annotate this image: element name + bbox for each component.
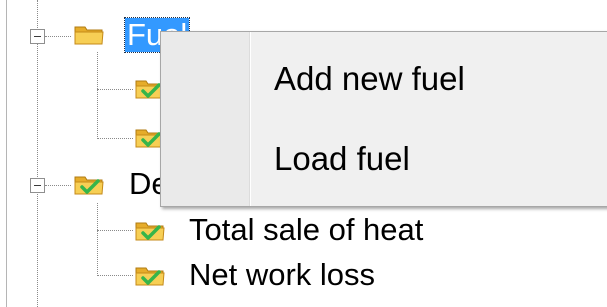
tree-connector — [97, 275, 133, 276]
tree-connector — [97, 230, 133, 231]
tree-connector — [97, 203, 98, 276]
tree-node-label-net-work-loss[interactable]: Net work loss — [187, 258, 377, 292]
tree-connector — [97, 52, 98, 139]
tree-connector — [97, 138, 133, 139]
menu-item-load-fuel[interactable]: Load fuel — [164, 120, 607, 198]
tree-connector — [37, 0, 38, 28]
menu-item-label: Add new fuel — [274, 60, 465, 97]
tree-connector — [45, 36, 71, 37]
tree-connector — [37, 44, 38, 177]
tree-connector — [37, 194, 38, 307]
collapse-toggle-de[interactable] — [30, 178, 45, 193]
folder-icon — [73, 22, 105, 46]
folder-checked-icon — [134, 218, 166, 242]
context-menu: Add new fuel Load fuel — [160, 31, 607, 207]
folder-checked-icon — [134, 263, 166, 287]
menu-item-label: Load fuel — [274, 140, 410, 177]
folder-checked-icon — [73, 172, 105, 196]
tree-connector — [97, 89, 133, 90]
tree-node-label-total-sale-of-heat[interactable]: Total sale of heat — [187, 213, 425, 247]
menu-item-add-new-fuel[interactable]: Add new fuel — [164, 40, 607, 118]
collapse-toggle-fuel[interactable] — [30, 29, 45, 44]
tree-border — [6, 0, 7, 307]
tree-connector — [45, 185, 71, 186]
